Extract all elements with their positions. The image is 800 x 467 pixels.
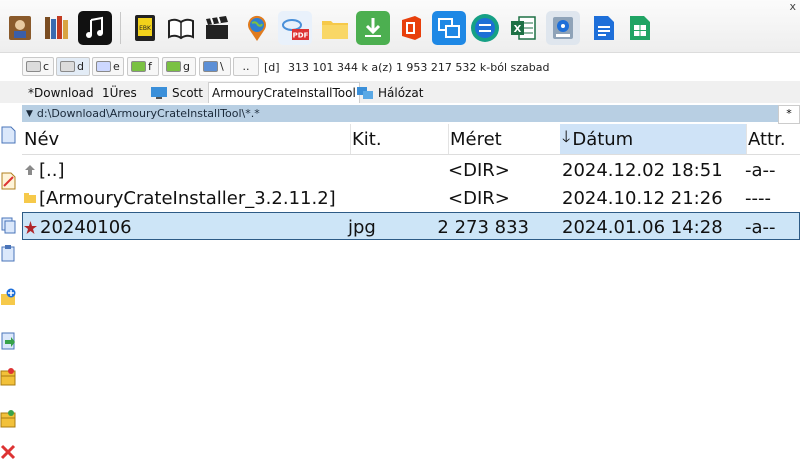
file-date-cell: 2024.01.06 14:28: [562, 216, 723, 238]
folder-tabs: *Download 1Üres Scott ArmouryCrateInstal…: [0, 81, 800, 103]
tab-scott[interactable]: Scott: [150, 84, 203, 102]
current-path: d:\Download\ArmouryCrateInstallTool\*.*: [36, 107, 260, 120]
delete-icon[interactable]: [0, 444, 16, 462]
tab-ures[interactable]: 1Üres: [102, 84, 137, 102]
folder-icon[interactable]: [318, 11, 352, 45]
pdf-label: PDF: [293, 32, 309, 40]
network-button[interactable]: \: [199, 57, 231, 76]
edit-icon[interactable]: [0, 172, 16, 190]
clapperboard-icon[interactable]: [200, 11, 234, 45]
tab-armourycrateinstalltool[interactable]: ArmouryCrateInstallTool: [208, 82, 360, 103]
file-size-cell: <DIR>: [448, 187, 510, 209]
file-attr-cell: -a--: [745, 159, 776, 181]
monitor-icon: [151, 87, 167, 99]
drive-button-e[interactable]: e: [92, 57, 124, 76]
network-drive-icon: [131, 61, 146, 72]
tab-label: Hálózat: [378, 86, 424, 100]
windows-copy-icon[interactable]: [432, 11, 466, 45]
drive-button-f[interactable]: f: [127, 57, 159, 76]
button-bar: EBK PDF X x: [0, 0, 800, 53]
usb-drive-icon: [96, 61, 111, 72]
unpack-icon[interactable]: [0, 410, 16, 428]
network-icon: [203, 61, 218, 72]
file-size-cell: 2 273 833: [437, 216, 529, 238]
file-name-cell: [ArmouryCrateInstaller_3.2.11.2]: [24, 184, 336, 212]
file-name-cell: 20240106: [24, 213, 132, 241]
move-icon[interactable]: [0, 332, 16, 350]
tab-halozat[interactable]: Hálózat: [356, 84, 423, 102]
drive-button-d[interactable]: d: [56, 57, 90, 76]
image-file-icon: [24, 220, 37, 234]
book-person-icon[interactable]: [4, 11, 38, 45]
clipboard-icon[interactable]: [0, 244, 16, 262]
drive-icon: [26, 61, 41, 72]
column-header-row: Név Kit. Méret 🡓 Dátum Attr.: [22, 124, 800, 155]
drive-button-g[interactable]: g: [162, 57, 196, 76]
file-name-cell: [..]: [24, 156, 65, 184]
excel-label: X: [514, 24, 522, 35]
drive-icon: [60, 61, 75, 72]
spreadsheet-green-icon[interactable]: [622, 11, 656, 45]
column-header-size[interactable]: Méret: [448, 124, 561, 154]
folder-icon: [24, 193, 36, 203]
column-header-attr[interactable]: Attr.: [746, 124, 800, 154]
drive-button-c[interactable]: c: [22, 57, 54, 76]
bookshelf-icon[interactable]: [40, 11, 74, 45]
filter-star-button[interactable]: *: [778, 105, 800, 124]
pdf-icon[interactable]: PDF: [278, 11, 312, 45]
file-row-selected[interactable]: 20240106 jpg 2 273 833 2024.01.06 14:28 …: [22, 212, 800, 240]
compare-icon[interactable]: [468, 11, 502, 45]
file-size-cell: <DIR>: [448, 159, 510, 181]
file-ext-cell: jpg: [348, 216, 376, 238]
download-icon[interactable]: [356, 11, 390, 45]
ebook-label: EBK: [139, 25, 152, 32]
file-attr-cell: -a--: [745, 216, 776, 238]
file-date-cell: 2024.10.12 21:26: [562, 187, 723, 209]
history-dropdown-icon[interactable]: ▼: [26, 109, 33, 119]
parent-folder-icon: [25, 165, 35, 175]
network-icon: [357, 87, 373, 99]
document-blue-icon[interactable]: [586, 11, 620, 45]
file-row[interactable]: [ArmouryCrateInstaller_3.2.11.2] <DIR> 2…: [22, 184, 800, 212]
current-drive: [d]: [264, 61, 280, 74]
column-header-ext[interactable]: Kit.: [350, 124, 449, 154]
copy-icon[interactable]: [0, 216, 16, 234]
up-button[interactable]: ..: [233, 57, 259, 76]
globe-pin-icon[interactable]: [240, 11, 274, 45]
file-row[interactable]: [..] <DIR> 2024.12.02 18:51 -a--: [22, 156, 800, 184]
document-icon[interactable]: [0, 126, 16, 144]
disk-icon[interactable]: [546, 11, 580, 45]
archive-icon[interactable]: [0, 368, 16, 386]
close-icon[interactable]: x: [789, 0, 796, 13]
open-book-icon[interactable]: [164, 11, 198, 45]
excel-icon[interactable]: X: [506, 11, 540, 45]
file-attr-cell: ----: [745, 187, 771, 209]
ebook-icon[interactable]: EBK: [128, 11, 162, 45]
music-note-icon[interactable]: [78, 11, 112, 45]
left-button-strip: [0, 124, 18, 467]
file-date-cell: 2024.12.02 18:51: [562, 159, 723, 181]
drive-bar: c d e f g \ .. [d] 313 101 344 k a(z) 1 …: [0, 53, 800, 79]
sort-descending-icon: 🡓: [562, 126, 571, 146]
path-bar[interactable]: ▼ d:\Download\ArmouryCrateInstallTool\*.…: [22, 105, 778, 122]
network-drive-icon: [166, 61, 181, 72]
office-icon[interactable]: [394, 11, 428, 45]
column-header-name[interactable]: Név: [22, 124, 351, 154]
column-header-date[interactable]: 🡓 Dátum: [560, 124, 747, 154]
free-space-info: 313 101 344 k a(z) 1 953 217 532 k-ból s…: [288, 61, 550, 74]
new-folder-icon[interactable]: [0, 288, 16, 306]
tab-download[interactable]: *Download: [28, 84, 94, 102]
tab-label: Scott: [172, 86, 203, 100]
